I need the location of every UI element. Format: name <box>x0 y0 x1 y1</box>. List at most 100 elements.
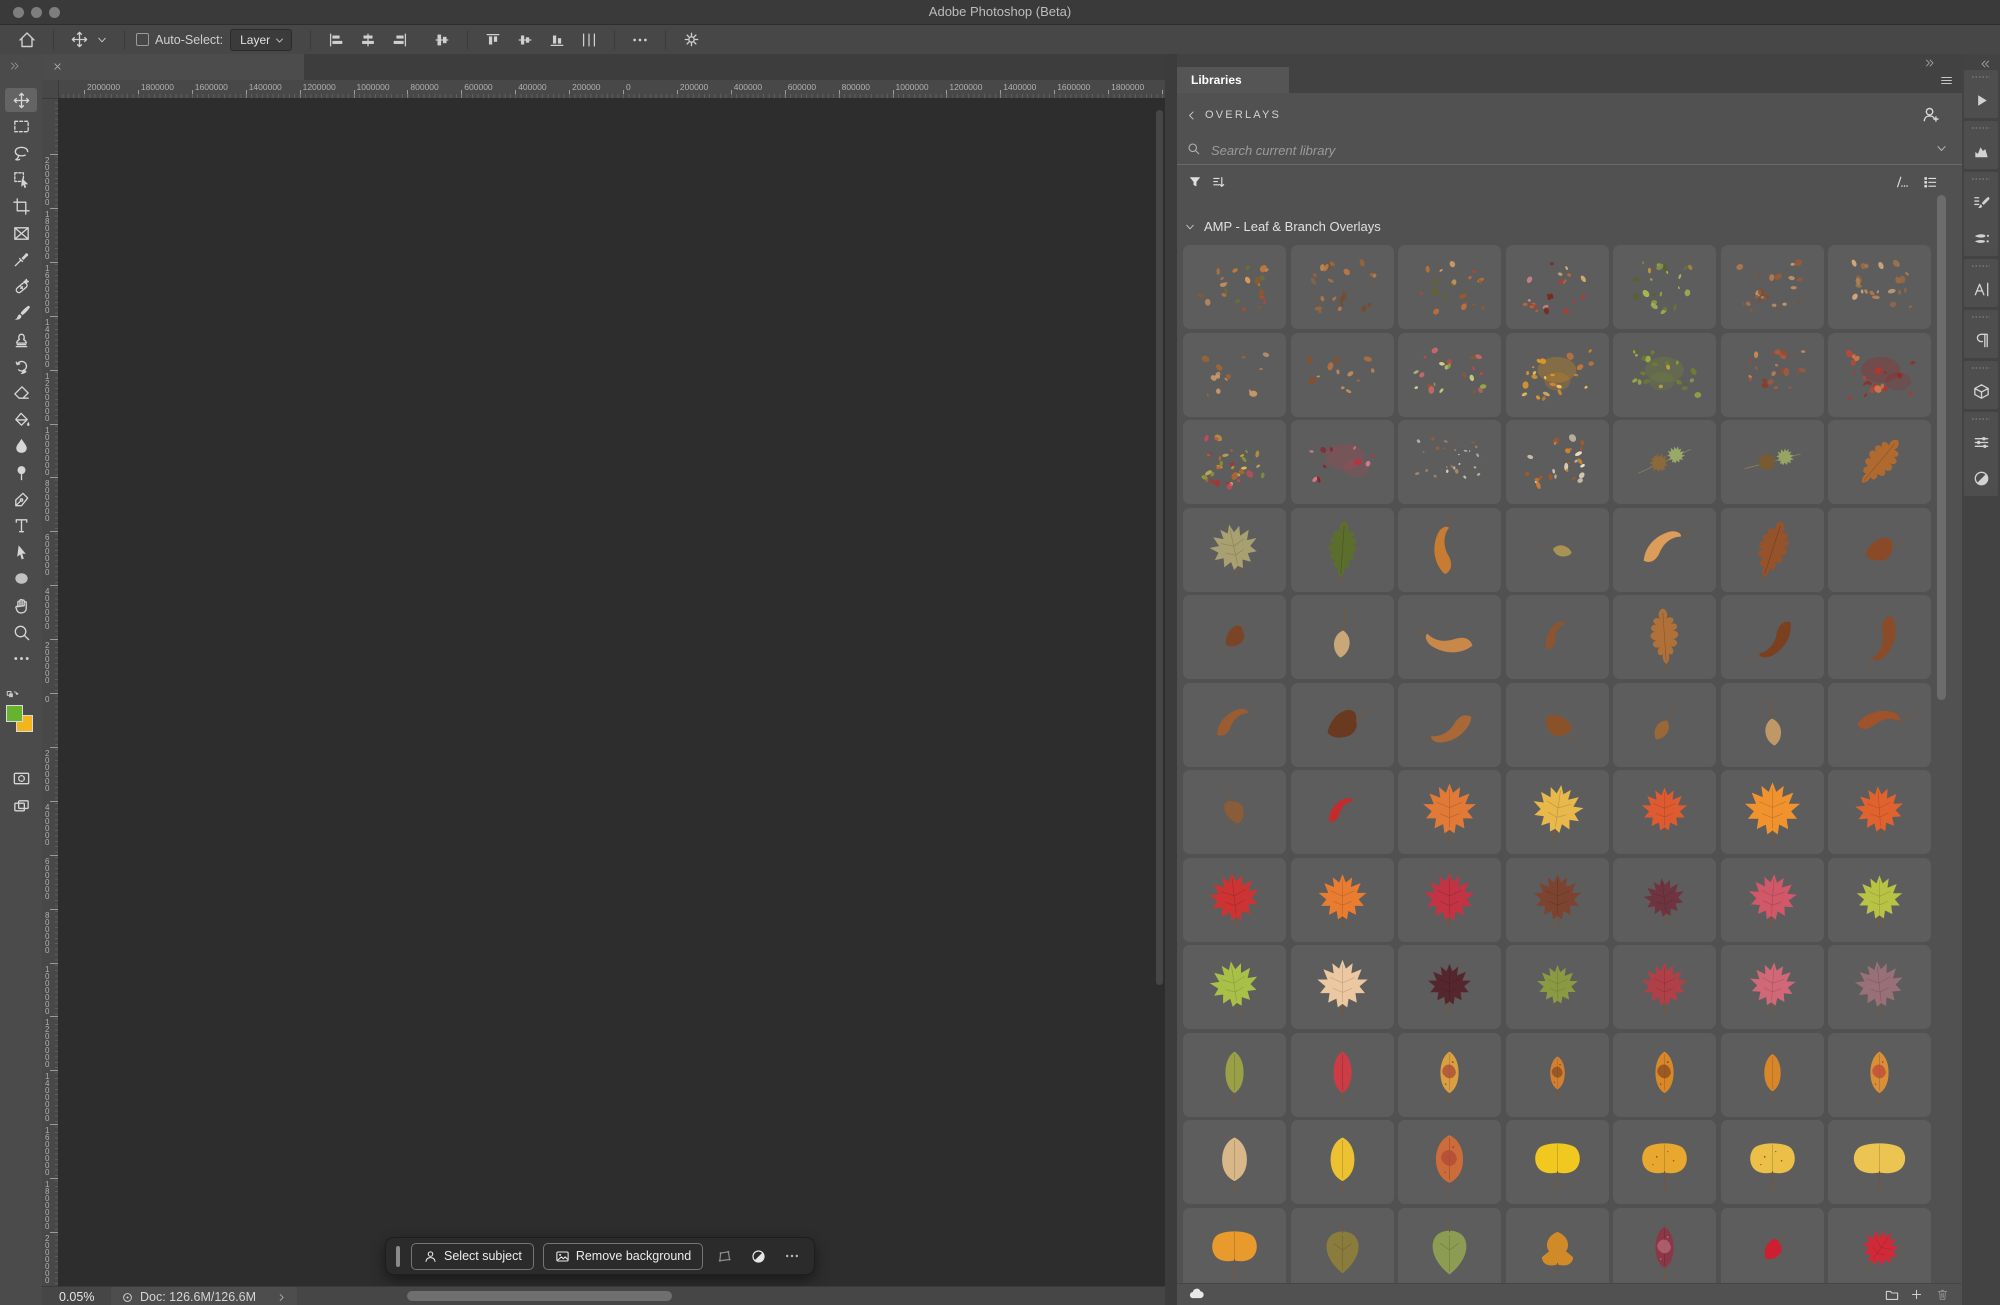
brush-settings-panel-icon[interactable] <box>1964 184 1998 220</box>
libraries-tab[interactable]: Libraries <box>1177 67 1289 93</box>
tool-eraser-icon[interactable] <box>5 381 37 405</box>
tool-hand-icon[interactable] <box>5 593 37 617</box>
panel-menu-icon[interactable] <box>1939 72 1954 90</box>
adjustments-panel-icon[interactable] <box>1964 460 1998 496</box>
align-center-vertical-icon[interactable] <box>426 31 458 49</box>
search-input[interactable] <box>1209 137 1873 163</box>
3d-material-panel-icon[interactable] <box>1964 373 1998 409</box>
asset-thumbnail-scatter[interactable] <box>1291 420 1394 504</box>
asset-thumbnail-maple[interactable] <box>1398 858 1501 942</box>
quick-mask-icon[interactable] <box>5 766 37 790</box>
asset-thumbnail-oval[interactable] <box>1398 1033 1501 1117</box>
asset-thumbnail-maple[interactable] <box>1828 1208 1931 1284</box>
asset-thumbnail-lobed3[interactable] <box>1506 1208 1609 1284</box>
breadcrumb[interactable]: OVERLAYS <box>1205 109 1281 121</box>
asset-thumbnail-scatter[interactable] <box>1183 245 1286 329</box>
asset-thumbnail-curl[interactable] <box>1291 770 1394 854</box>
dock-grip[interactable] <box>1972 178 1990 180</box>
asset-thumbnail-scatter[interactable] <box>1613 245 1716 329</box>
asset-thumbnail-oval[interactable] <box>1828 1033 1931 1117</box>
asset-thumbnail-oval[interactable] <box>1291 1033 1394 1117</box>
tool-edit-toolbar-icon[interactable] <box>5 647 37 671</box>
asset-thumbnail-twigpair[interactable] <box>1721 420 1824 504</box>
asset-thumbnail-maple[interactable] <box>1721 945 1824 1029</box>
tool-path-selection-icon[interactable] <box>5 540 37 564</box>
paragraph-panel-icon[interactable] <box>1964 322 1998 358</box>
properties-panel-icon[interactable] <box>1964 424 1998 460</box>
asset-thumbnail-oval[interactable] <box>1183 1033 1286 1117</box>
swap-colors-icon[interactable] <box>5 686 20 704</box>
distribute-top-icon[interactable] <box>477 31 509 49</box>
align-left-icon[interactable] <box>320 31 352 49</box>
asset-thumbnail-oak[interactable] <box>1291 508 1394 592</box>
asset-thumbnail-curl[interactable] <box>1506 595 1609 679</box>
asset-thumbnail-hang[interactable] <box>1291 595 1394 679</box>
asset-thumbnail-oval[interactable] <box>1398 1120 1501 1204</box>
asset-thumbnail-maple[interactable] <box>1613 770 1716 854</box>
auto-select-target-dropdown[interactable]: Layer <box>230 29 292 51</box>
asset-thumbnail-curl[interactable] <box>1183 683 1286 767</box>
tool-spot-healing-brush-icon[interactable] <box>5 274 37 298</box>
home-icon[interactable] <box>10 30 44 50</box>
tool-object-selection-icon[interactable] <box>5 168 37 192</box>
asset-thumbnail-scatter[interactable] <box>1291 245 1394 329</box>
close-tab-icon[interactable] <box>52 58 63 76</box>
asset-thumbnail-scatter[interactable] <box>1183 420 1286 504</box>
asset-thumbnail-oak[interactable] <box>1828 420 1931 504</box>
asset-thumbnail-hang[interactable] <box>1506 508 1609 592</box>
asset-thumbnail-maple[interactable] <box>1398 770 1501 854</box>
asset-thumbnail-curl[interactable] <box>1828 595 1931 679</box>
select-subject-button[interactable]: Select subject <box>411 1243 534 1270</box>
asset-thumbnail-scatter[interactable] <box>1506 333 1609 417</box>
group-view-icon[interactable] <box>1894 173 1910 191</box>
asset-thumbnail-maple[interactable] <box>1506 945 1609 1029</box>
asset-thumbnail-maple[interactable] <box>1291 945 1394 1029</box>
foreground-color-swatch[interactable] <box>6 705 23 722</box>
tool-brush-icon[interactable] <box>5 301 37 325</box>
asset-thumbnail-maple[interactable] <box>1828 770 1931 854</box>
tool-zoom-icon[interactable] <box>5 620 37 644</box>
document-tab[interactable] <box>42 54 304 80</box>
asset-thumbnail-oval[interactable] <box>1183 1120 1286 1204</box>
transform-icon[interactable] <box>712 1248 737 1265</box>
asset-thumbnail-fragment[interactable] <box>1506 683 1609 767</box>
dock-grip[interactable] <box>1972 367 1990 369</box>
new-group-icon[interactable] <box>1884 1286 1900 1304</box>
dock-grip[interactable] <box>1972 265 1990 267</box>
asset-thumbnail-maple[interactable] <box>1183 508 1286 592</box>
status-chevron-icon[interactable] <box>276 1290 287 1304</box>
asset-thumbnail-hang[interactable] <box>1721 683 1824 767</box>
asset-thumbnail-scatter[interactable] <box>1506 245 1609 329</box>
asset-thumbnail-scatter[interactable] <box>1506 420 1609 504</box>
asset-thumbnail-maple[interactable] <box>1291 858 1394 942</box>
tool-move-icon[interactable] <box>5 88 37 112</box>
remove-background-button[interactable]: Remove background <box>543 1243 703 1270</box>
delete-icon[interactable] <box>1935 1286 1950 1304</box>
add-element-icon[interactable] <box>1909 1286 1924 1304</box>
asset-thumbnail-maple[interactable] <box>1828 945 1931 1029</box>
expand-tools-icon[interactable] <box>9 57 21 75</box>
asset-thumbnail-oval[interactable] <box>1721 1033 1824 1117</box>
asset-thumbnail-heart[interactable] <box>1398 1208 1501 1284</box>
canvas-horizontal-scrollbar[interactable] <box>407 1291 672 1301</box>
panel-scrollbar[interactable] <box>1937 195 1946 700</box>
asset-thumbnail-ginkgo[interactable] <box>1721 1120 1824 1204</box>
asset-thumbnail-maple[interactable] <box>1183 858 1286 942</box>
dock-grip[interactable] <box>1972 316 1990 318</box>
zoom-level-field[interactable]: 0.05% <box>59 1290 111 1304</box>
tool-lasso-icon[interactable] <box>5 141 37 165</box>
asset-thumbnail-curl[interactable] <box>1398 683 1501 767</box>
asset-thumbnail-maple[interactable] <box>1721 858 1824 942</box>
tool-paint-bucket-icon[interactable] <box>5 407 37 431</box>
canvas-vertical-scrollbar[interactable] <box>1156 110 1163 985</box>
asset-thumbnail-maple[interactable] <box>1613 858 1716 942</box>
asset-thumbnail-twigpair[interactable] <box>1613 420 1716 504</box>
asset-thumbnail-curl[interactable] <box>1398 595 1501 679</box>
actions-play-panel-icon[interactable] <box>1964 82 1998 118</box>
asset-thumbnail-ginkgo[interactable] <box>1828 1120 1931 1204</box>
tool-dodge-icon[interactable] <box>5 460 37 484</box>
asset-thumbnail-scatter[interactable] <box>1291 333 1394 417</box>
asset-thumbnail-scatter[interactable] <box>1721 333 1824 417</box>
tool-pen-icon[interactable] <box>5 487 37 511</box>
invite-people-icon[interactable] <box>1921 105 1940 124</box>
